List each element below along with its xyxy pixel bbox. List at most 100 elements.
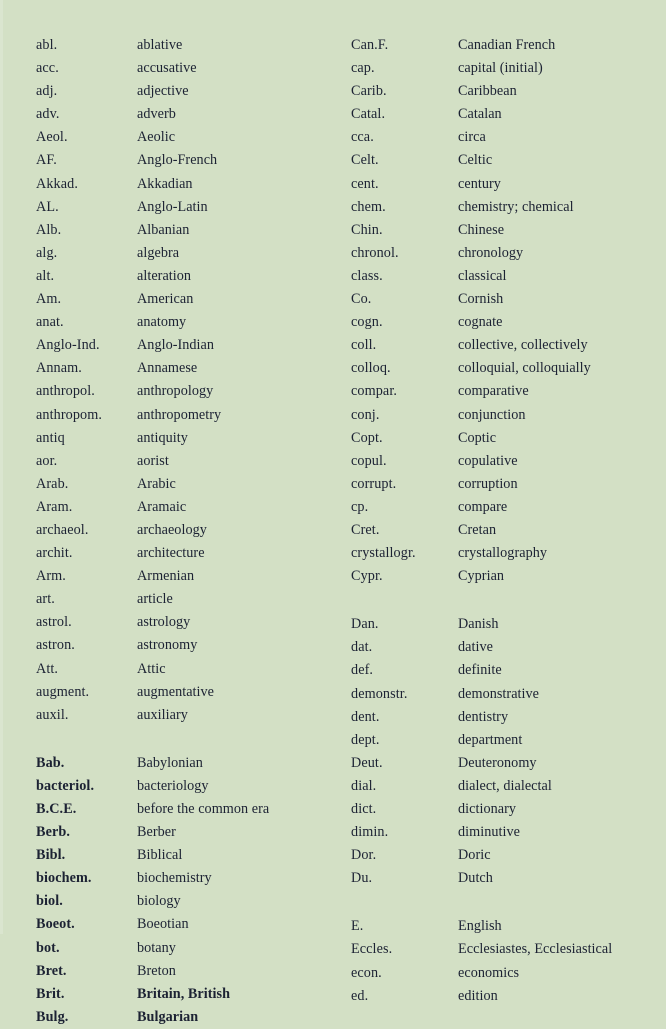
abbrev-term: Berb. xyxy=(36,824,70,841)
abbrev-term: astron. xyxy=(36,637,75,654)
abbrev-entry: econ. economics xyxy=(351,962,666,985)
abbrev-term: Akkad. xyxy=(36,175,78,192)
abbrev-term: adv. xyxy=(36,106,60,123)
abbrev-term: Bulg. xyxy=(36,1008,69,1025)
abbrev-term: Att. xyxy=(36,660,59,677)
abbrev-definition: botany xyxy=(137,939,176,956)
abbrev-definition: Annamese xyxy=(137,360,198,377)
abbrev-entry: Anglo-Ind. Anglo-Indian xyxy=(36,334,333,357)
abbrev-entry: copul. copulative xyxy=(351,450,666,473)
abbrev-definition: Dutch xyxy=(458,870,493,887)
abbrev-term: antiq xyxy=(36,429,65,446)
abbrev-definition: alteration xyxy=(137,267,192,284)
abbrev-entry: antiq antiquity xyxy=(36,427,333,450)
abbrev-definition: chemistry; chemical xyxy=(458,198,574,215)
abbrev-term: archaeol. xyxy=(36,521,89,538)
abbrev-term: Celt. xyxy=(351,152,379,169)
abbrev-entry: cap. capital (initial) xyxy=(351,57,666,80)
abbreviations-page: abl. ablative acc. accusative adj. adjective a… xyxy=(0,0,666,1025)
abbrev-entry: cp. compare xyxy=(351,496,666,519)
abbrev-definition: Berber xyxy=(137,824,176,841)
abbrev-term: biochem. xyxy=(36,870,92,887)
abbrev-definition: circa xyxy=(458,129,486,146)
abbrev-definition: Cyprian xyxy=(458,568,505,585)
abbrev-term: Am. xyxy=(36,291,62,308)
abbrev-definition: comparative xyxy=(458,383,529,400)
abbrev-definition: ablative xyxy=(137,37,183,53)
abbrev-entry: Arm. Armenian xyxy=(36,565,333,588)
abbrev-definition: dictionary xyxy=(458,801,517,817)
abbrev-entry: archit. architecture xyxy=(36,542,333,565)
abbrev-definition: aorist xyxy=(137,452,169,469)
abbrev-term: chronol. xyxy=(351,244,399,261)
abbrev-definition: Deuteronomy xyxy=(458,754,537,771)
abbrev-entry: Brit. Britain, British xyxy=(36,983,333,1006)
abbrev-term: def. xyxy=(351,662,374,679)
abbrev-term: Co. xyxy=(351,291,372,308)
abbrev-entry: anthropol. anthropology xyxy=(36,380,333,403)
abbrev-term: Bab. xyxy=(36,754,65,771)
abbrev-entry: E. English xyxy=(351,915,666,938)
abbrev-term: anat. xyxy=(36,314,64,331)
abbrev-term: corrupt. xyxy=(351,475,397,492)
abbrev-entry: B.C.E. before the common era xyxy=(36,798,333,821)
abbrev-definition: Boeotian xyxy=(137,916,189,933)
abbrev-entry: adv. adverb xyxy=(36,103,333,126)
abbrev-definition: Canadian French xyxy=(458,37,556,53)
abbrev-term: cp. xyxy=(351,498,369,515)
abbrev-term: acc. xyxy=(36,60,59,77)
abbrev-entry: AF. Anglo-French xyxy=(36,149,333,172)
abbrev-entry: acc. accusative xyxy=(36,57,333,80)
abbrev-entry: Carib. Caribbean xyxy=(351,80,666,103)
abbrev-definition: article xyxy=(137,591,173,608)
abbrev-definition: definite xyxy=(458,662,502,679)
abbrev-entry: Aeol. Aeolic xyxy=(36,126,333,149)
abbrev-definition: biochemistry xyxy=(137,870,212,887)
abbrev-term: Bibl. xyxy=(36,847,66,864)
abbrev-definition: edition xyxy=(458,987,498,1004)
abbrev-definition: copulative xyxy=(458,452,518,469)
abbrev-entry: Celt. Celtic xyxy=(351,149,666,172)
abbrev-term: Chin. xyxy=(351,221,383,238)
abbrev-term: Cret. xyxy=(351,521,380,538)
abbrev-entry: Arab. Arabic xyxy=(36,473,333,496)
abbrev-term: coll. xyxy=(351,337,377,354)
abbrev-definition: department xyxy=(458,731,523,748)
abbrev-definition: Armenian xyxy=(137,568,195,585)
abbrev-entry: Copt. Coptic xyxy=(351,427,666,450)
abbrev-entry: Am. American xyxy=(36,288,333,311)
abbrev-term: cca. xyxy=(351,129,374,146)
abbrev-section-e: E. English Eccles. Ecclesiastes, Ecclesiast… xyxy=(351,915,666,1007)
abbrev-term: Can.F. xyxy=(351,37,389,53)
abbrev-section-a: abl. ablative acc. accusative adj. adjective a… xyxy=(36,34,333,727)
abbrev-definition: anthropometry xyxy=(137,406,222,423)
abbrev-entry: dial. dialect, dialectal xyxy=(351,775,666,798)
abbrev-term: E. xyxy=(351,918,364,935)
abbrev-definition: astrology xyxy=(137,614,191,631)
abbrev-term: demonstr. xyxy=(351,685,408,702)
abbrev-term: copul. xyxy=(351,452,387,469)
abbrev-entry: Dan. Danish xyxy=(351,613,666,636)
abbrev-term: Anglo-Ind. xyxy=(36,337,100,354)
abbrev-definition: capital (initial) xyxy=(458,60,543,77)
abbrev-term: aor. xyxy=(36,452,58,469)
abbrev-entry: class. classical xyxy=(351,265,666,288)
abbrev-term: auxil. xyxy=(36,706,69,723)
abbrev-term: Carib. xyxy=(351,83,387,100)
abbrev-definition: biology xyxy=(137,893,181,910)
abbrev-definition: English xyxy=(458,918,502,935)
abbrev-definition: chronology xyxy=(458,244,524,261)
abbrev-definition: Babylonian xyxy=(137,754,203,771)
abbrev-definition: American xyxy=(137,291,194,308)
abbrev-term: chem. xyxy=(351,198,386,215)
abbrev-term: ed. xyxy=(351,987,369,1004)
abbrev-term: dept. xyxy=(351,731,380,748)
abbrev-term: astrol. xyxy=(36,614,72,631)
abbrev-entry: demonstr. demonstrative xyxy=(351,683,666,706)
abbrev-definition: archaeology xyxy=(137,521,207,538)
abbrev-definition: Cornish xyxy=(458,291,504,308)
abbrev-entry: bacteriol. bacteriology xyxy=(36,775,333,798)
abbrev-entry: dent. dentistry xyxy=(351,706,666,729)
abbrev-definition: Aeolic xyxy=(137,129,176,146)
abbrev-term: econ. xyxy=(351,964,382,981)
